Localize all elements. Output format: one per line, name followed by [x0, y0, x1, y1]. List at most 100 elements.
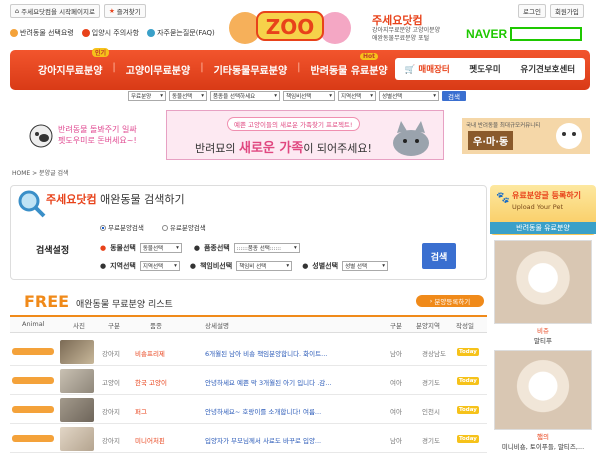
row-gender: 여아 — [390, 379, 402, 387]
cat-banner-headline: 예쁜 고양이들의 새로운 가족찾기 프로젝트! — [227, 117, 360, 131]
row-region: 경기도 — [422, 379, 440, 387]
radio-checked-icon — [100, 225, 106, 231]
nav-market[interactable]: 🛒 매매장터 — [405, 63, 450, 75]
zoo-logo[interactable]: ZOO — [225, 2, 355, 50]
filter-free-value: 무료분양 — [131, 94, 152, 100]
filter-region-select[interactable]: 지역선택 ▾ — [338, 91, 376, 101]
filter-search-button[interactable]: 검색 — [442, 91, 466, 101]
region-select[interactable]: 지역선택 ▾ — [139, 261, 180, 271]
join-button[interactable]: 회원가입 — [549, 4, 584, 18]
row-breed[interactable]: 한국 고양이 — [135, 377, 167, 387]
pet-photo[interactable] — [494, 350, 592, 430]
nav-dog-free[interactable]: 강아지무료분양 — [38, 62, 102, 77]
filter-animal-select[interactable]: 동물선택 ▾ — [169, 91, 207, 101]
animal-badge — [12, 406, 54, 413]
quick-link-faq[interactable]: 자주묻는질문(FAQ) — [147, 28, 215, 38]
set-homepage-link[interactable]: ⌂ 주세요닷컴을 시작페이지로 — [10, 4, 100, 18]
filter-fee-select[interactable]: 책임비선택 ▾ — [283, 91, 335, 101]
pet-thumbnail[interactable] — [60, 369, 94, 393]
gender-label: 성별선택 — [312, 262, 339, 270]
bookmark-link[interactable]: ★ 즐겨찾기 — [103, 4, 146, 18]
today-badge: Today — [457, 377, 479, 385]
hot-badge: Hot — [360, 53, 379, 60]
table-row[interactable]: 강아지 미니어처핀 입양자가 부모님께서 사료도 바꾸로 입양... 남아 경기… — [10, 425, 487, 453]
quick-link-faq-label: 자주묻는질문(FAQ) — [157, 29, 215, 37]
quick-link-guide[interactable]: 반려동물 선택요령 — [10, 28, 74, 38]
paw-icon: ● — [100, 262, 107, 270]
paid-adoption-header: 반려동물 유료분양 — [490, 222, 596, 234]
filter-breed-select[interactable]: 품종을 선택하세요 ▾ — [210, 91, 280, 101]
search-panel-title: 주세요닷컴 애완동물 검색하기 — [46, 191, 185, 207]
pet-name: 비쥬 — [537, 327, 549, 335]
magnifier-icon — [18, 190, 46, 218]
filter-gender-select[interactable]: 성별선택 ▾ — [379, 91, 439, 101]
paw-icon: ● — [193, 244, 200, 252]
search-button[interactable]: 검색 — [422, 243, 456, 269]
radio-free-search[interactable]: 무료분양검색 — [100, 222, 144, 232]
list-title: 애완동물 무료분양 리스트 — [76, 300, 173, 310]
quick-link-guide-label: 반려동물 선택요령 — [20, 29, 74, 37]
site-sub-line-1: 강아지무료분양 고양이분양 — [372, 27, 441, 34]
table-row[interactable]: 고양이 한국 고양이 안녕하세요 예쁜 막 3개월된 아기 입니다 .감... … — [10, 367, 487, 395]
animal-select[interactable]: 동물선택 ▾ — [139, 243, 182, 253]
umadong-banner[interactable]: 국내 반려동물 최대규모커뮤니티 우·마·동 — [462, 118, 590, 154]
top-links: ⌂ 주세요닷컴을 시작페이지로 ★ 즐겨찾기 — [10, 4, 146, 18]
nav-paid[interactable]: 반려동물 유료분양 — [311, 62, 388, 77]
gender-select[interactable]: 성별 선택 ▾ — [342, 261, 389, 271]
pet-helper-banner[interactable]: 반려동물 돌봐주기 일싸 펫도우미로 돈버세요~! — [28, 118, 153, 152]
fee-select[interactable]: 책임비 선택 ▾ — [236, 261, 293, 271]
nav-shelter[interactable]: 유기견보호센터 — [520, 63, 575, 75]
set-homepage-label: 주세요닷컴을 시작페이지로 — [21, 8, 95, 16]
paw-icon: ● — [100, 244, 107, 252]
quick-link-caution-label: 입양시 주의사항 — [91, 29, 140, 37]
naver-search-input[interactable] — [510, 27, 583, 41]
filter-animal-value: 동물선택 — [172, 94, 193, 100]
row-breed[interactable]: 비숑프리제 — [135, 348, 165, 358]
animal-badge — [12, 435, 54, 442]
login-button[interactable]: 로그인 — [518, 4, 546, 18]
gender-select-value: 성별 선택 — [345, 264, 368, 270]
animal-badge — [12, 348, 54, 355]
row-breed[interactable]: 미니어처핀 — [135, 435, 165, 445]
pet-helper-line-2: 펫도우미로 돈버세요~! — [58, 136, 137, 145]
quick-link-caution[interactable]: 입양시 주의사항 — [81, 28, 140, 38]
search-row-1: ● 동물선택 동물선택 ▾ ● 품종선택 ::::::품종 선택:::::: ▾ — [100, 243, 300, 253]
row-desc[interactable]: 안녕하세요 예쁜 막 3개월된 아기 입니다 .감... — [205, 377, 331, 387]
nav-cat-free[interactable]: 고양이무료분양 — [126, 62, 190, 77]
radio-paid-search[interactable]: 유료분양검색 — [161, 222, 206, 232]
nav-other-free[interactable]: 기타동물무료분양 — [214, 62, 288, 77]
chevron-down-icon: ▾ — [160, 93, 163, 99]
row-desc[interactable]: 안녕하세요~ 호랑이를 소개합니다! 여름... — [205, 406, 321, 416]
row-type: 강아지 — [102, 350, 120, 358]
filter-free-select[interactable]: 무료분양 ▾ — [128, 91, 166, 101]
col-desc: 상세설명 — [205, 322, 229, 330]
search-title-brand: 주세요닷컴 — [46, 193, 97, 206]
row-desc[interactable]: 입양자가 부모님께서 사료도 바꾸로 입양... — [205, 435, 321, 445]
quick-links: 반려동물 선택요령 입양시 주의사항 자주묻는질문(FAQ) — [10, 28, 215, 38]
row-breed[interactable]: 퍼그 — [135, 406, 147, 416]
register-label: 분양등록하기 — [434, 298, 471, 306]
nav-separator: | — [297, 62, 301, 73]
table-row[interactable]: 강아지 퍼그 안녕하세요~ 호랑이를 소개합니다! 여름... 여아 인천시 T… — [10, 396, 487, 424]
fee-label: 책임비선택 — [199, 262, 233, 270]
site-title: 주세요닷컴 — [372, 14, 423, 27]
cat-family-banner[interactable]: 예쁜 고양이들의 새로운 가족찾기 프로젝트! 반려묘의 새로운 가족이 되어주… — [166, 110, 444, 160]
nav-pet-helper[interactable]: 펫도우미 — [469, 63, 500, 75]
pet-breed: 말티푸 — [534, 337, 552, 345]
row-gender: 남아 — [390, 437, 402, 445]
pet-thumbnail[interactable] — [60, 340, 94, 364]
row-type: 강아지 — [102, 437, 120, 445]
nav-menu: 강아지무료분양 | 고양이무료분양 | 기타동물무료분양 | 반려동물 유료분양 — [38, 62, 388, 77]
col-photo: 사진 — [73, 322, 85, 330]
nav-market-label: 매매장터 — [418, 65, 450, 75]
pet-thumbnail[interactable] — [60, 398, 94, 422]
chevron-down-icon: ▾ — [370, 93, 373, 99]
row-desc[interactable]: 6개월된 남아 비숑 책임분양합니다. 화이트... — [205, 348, 327, 358]
breed-select[interactable]: ::::::품종 선택:::::: ▾ — [233, 243, 300, 253]
table-row[interactable]: 강아지 비숑프리제 6개월된 남아 비숑 책임분양합니다. 화이트... 남아 … — [10, 338, 487, 366]
today-badge: Today — [457, 348, 479, 356]
register-button[interactable]: › 분양등록하기 — [416, 295, 484, 307]
pet-photo[interactable] — [494, 240, 592, 324]
filter-breed-value: 품종을 선택하세요 — [213, 94, 256, 100]
pet-thumbnail[interactable] — [60, 427, 94, 451]
